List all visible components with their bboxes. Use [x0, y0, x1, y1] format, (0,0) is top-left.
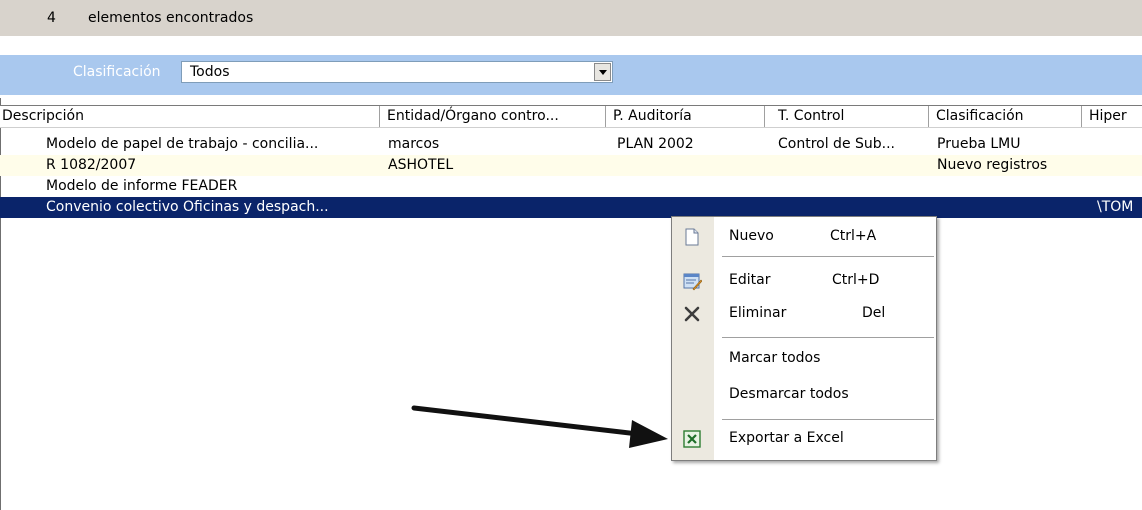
- classification-select-value: Todos: [190, 64, 230, 80]
- menu-label: Nuevo: [729, 228, 774, 244]
- menu-shortcut: Del: [862, 305, 886, 321]
- items-found-text: elementos encontrados: [88, 10, 254, 26]
- menu-shortcut: Ctrl+D: [832, 272, 880, 288]
- chevron-down-icon[interactable]: [594, 63, 611, 81]
- menu-label: Editar: [729, 272, 771, 288]
- new-document-icon: [685, 228, 699, 246]
- context-menu: Nuevo Ctrl+A Editar Ctrl+D Eliminar Del …: [671, 216, 937, 461]
- menu-item-nuevo[interactable]: Nuevo Ctrl+A: [672, 222, 936, 252]
- menu-item-desmarcar-todos[interactable]: Desmarcar todos: [672, 380, 936, 410]
- menu-label: Eliminar: [729, 305, 787, 321]
- cell-descripcion: Modelo de papel de trabajo - concilia...: [46, 136, 319, 152]
- column-header-hiper[interactable]: Hiper: [1082, 106, 1142, 127]
- cell-entidad: marcos: [388, 136, 440, 152]
- menu-item-exportar-excel[interactable]: Exportar a Excel: [672, 424, 936, 454]
- cell-descripcion: Modelo de informe FEADER: [46, 178, 238, 194]
- menu-separator: [722, 256, 934, 257]
- column-header-auditoria[interactable]: P. Auditoría: [606, 106, 765, 127]
- cell-clasificacion: Prueba LMU: [937, 136, 1021, 152]
- menu-separator: [722, 419, 934, 420]
- cell-descripcion: Convenio colectivo Oficinas y despach...: [46, 199, 329, 215]
- items-count: 4: [47, 10, 56, 26]
- column-header-entidad[interactable]: Entidad/Órgano contro...: [380, 106, 606, 127]
- cell-entidad: ASHOTEL: [388, 157, 454, 173]
- menu-item-eliminar[interactable]: Eliminar Del: [672, 299, 936, 329]
- cell-control: Control de Sub...: [778, 136, 896, 152]
- menu-label: Exportar a Excel: [729, 430, 844, 446]
- menu-separator: [722, 337, 934, 338]
- table-row[interactable]: R 1082/2007 ASHOTEL Nuevo registros: [0, 155, 1142, 176]
- column-header-clasificacion[interactable]: Clasificación: [929, 106, 1082, 127]
- column-header-control[interactable]: T. Control: [765, 106, 929, 127]
- grid-header: Descripción Entidad/Órgano contro... P. …: [0, 105, 1142, 128]
- cell-hiper: \TOM: [1097, 199, 1134, 215]
- cell-descripcion: R 1082/2007: [46, 157, 137, 173]
- table-row[interactable]: Modelo de informe FEADER: [0, 176, 1142, 197]
- menu-label: Desmarcar todos: [729, 386, 849, 402]
- cell-clasificacion: Nuevo registros: [937, 157, 1048, 173]
- cell-auditoria: PLAN 2002: [617, 136, 694, 152]
- filter-bar: Clasificación Todos: [0, 55, 1142, 95]
- excel-icon: [683, 430, 701, 448]
- table-row-selected[interactable]: Convenio colectivo Oficinas y despach...…: [0, 197, 1142, 218]
- table-row[interactable]: Modelo de papel de trabajo - concilia...…: [0, 134, 1142, 155]
- column-header-descripcion[interactable]: Descripción: [0, 106, 380, 127]
- arrow-annotation-icon: [411, 405, 668, 448]
- menu-shortcut: Ctrl+A: [830, 228, 877, 244]
- classification-select[interactable]: Todos: [181, 61, 613, 83]
- menu-item-editar[interactable]: Editar Ctrl+D: [672, 266, 936, 296]
- status-bar: 4 elementos encontrados: [0, 0, 1142, 36]
- classification-filter-label: Clasificación: [73, 64, 161, 80]
- delete-icon: [684, 306, 700, 322]
- menu-label: Marcar todos: [729, 350, 821, 366]
- edit-icon: [683, 273, 702, 291]
- menu-item-marcar-todos[interactable]: Marcar todos: [672, 344, 936, 374]
